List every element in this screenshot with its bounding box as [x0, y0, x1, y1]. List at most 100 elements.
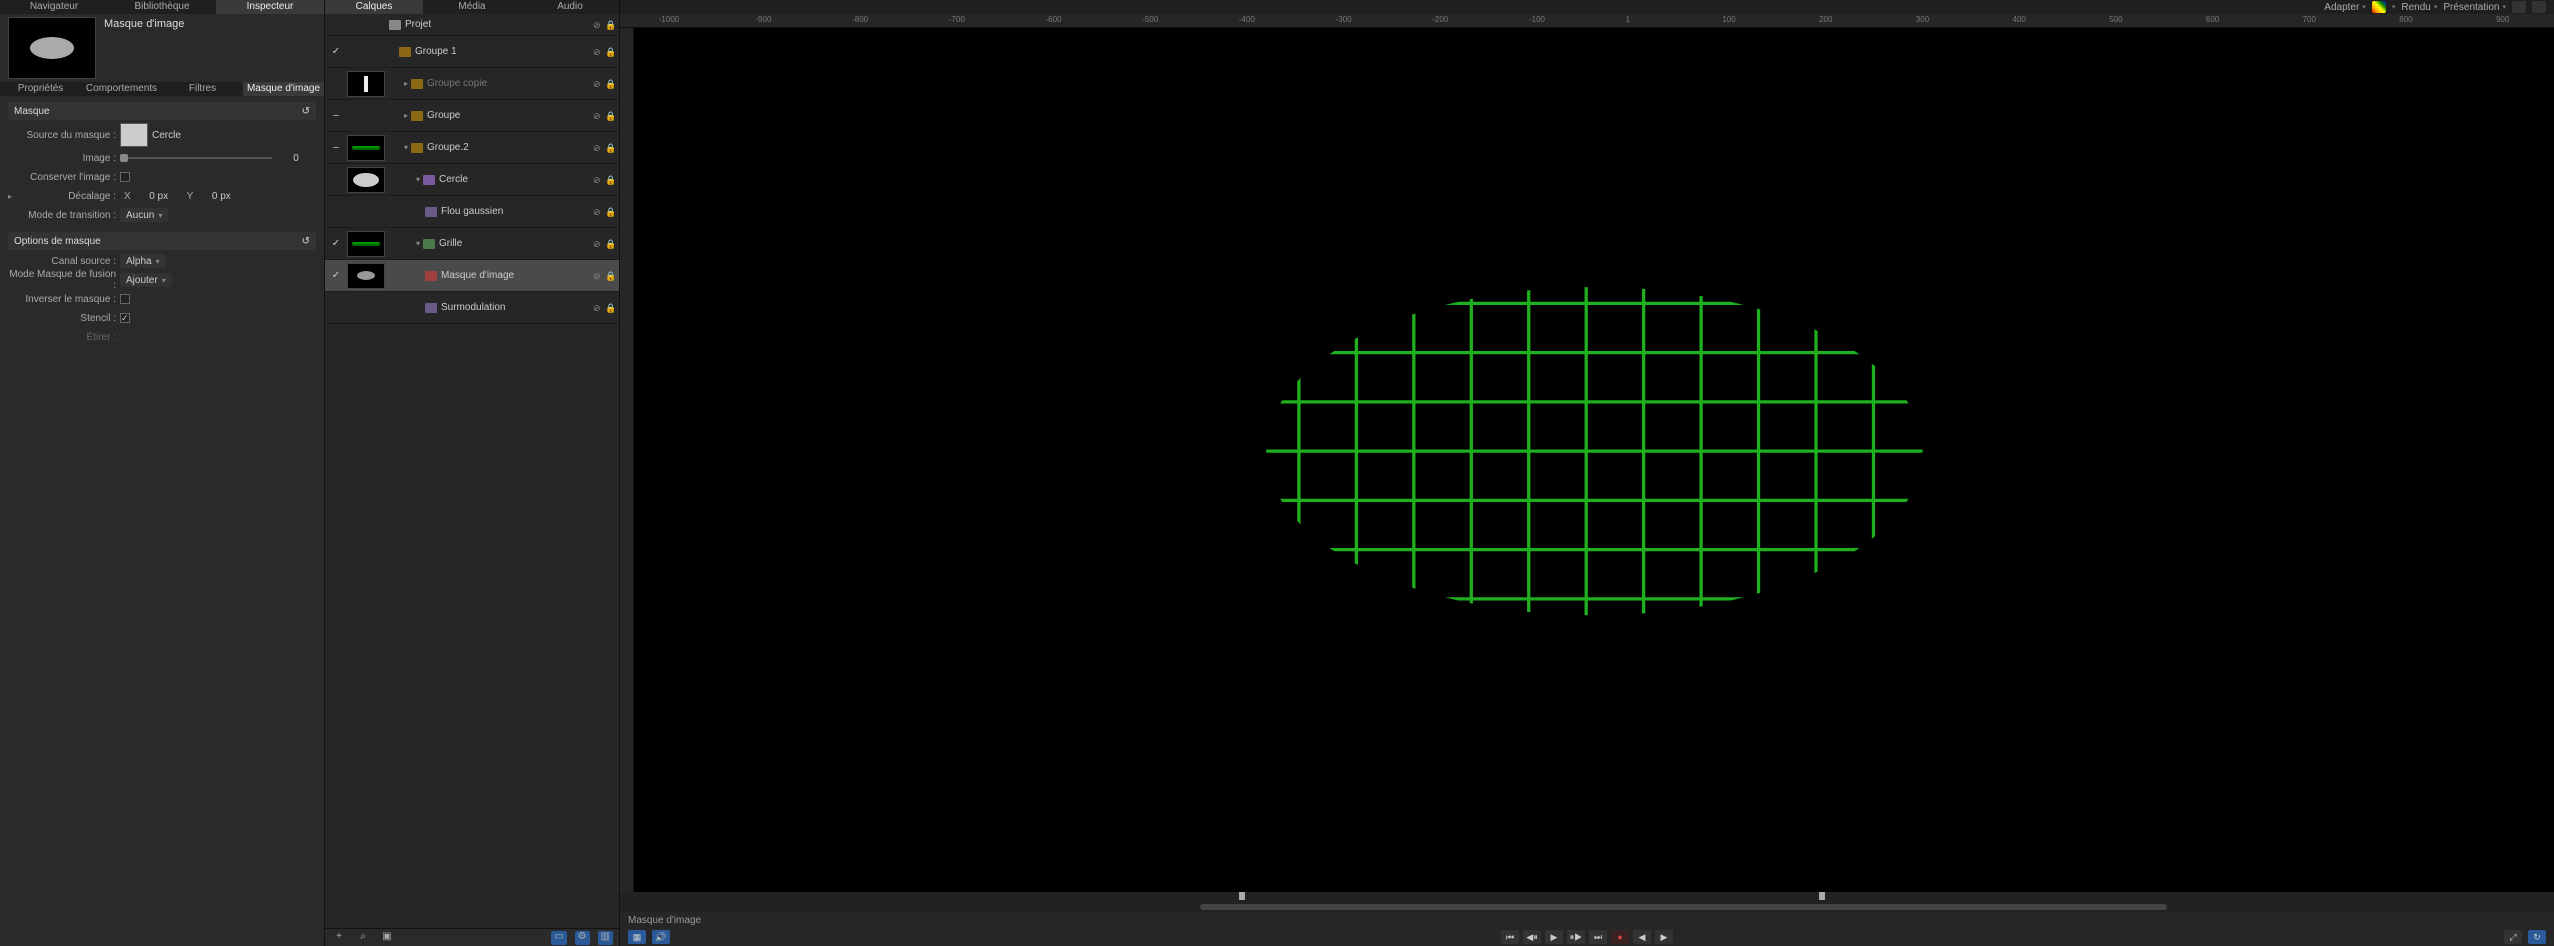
go-start-button[interactable]: ⏮ — [1501, 930, 1519, 944]
lock-icon[interactable]: 🔒 — [605, 143, 615, 153]
layer-checkbox[interactable]: – — [329, 110, 343, 121]
layer-name[interactable]: Masque d'image — [441, 270, 593, 281]
lock-icon[interactable]: 🔒 — [605, 20, 615, 30]
window-icon[interactable] — [2512, 1, 2526, 13]
section-options[interactable]: Options de masque ↺ — [8, 232, 316, 250]
disclosure-icon[interactable]: ▾ — [413, 239, 423, 248]
view-mode-1-icon[interactable]: ▭ — [551, 931, 566, 945]
play-button[interactable]: ▶ — [1545, 930, 1563, 944]
layer-name[interactable]: Cercle — [439, 174, 593, 185]
link-icon[interactable]: ⊘ — [593, 47, 603, 57]
tab-mask[interactable]: Masque d'image — [243, 82, 324, 96]
tab-media[interactable]: Média — [423, 0, 521, 14]
blend-dropdown[interactable]: Ajouter — [120, 273, 172, 287]
loop-prev-button[interactable]: ◀ — [1633, 930, 1651, 944]
layer-row[interactable]: ✓ Masque d'image⊘🔒 — [325, 260, 619, 292]
loop-icon[interactable]: ↻ — [2528, 930, 2546, 944]
timeline-markers[interactable] — [620, 892, 2554, 902]
lock-icon[interactable]: 🔒 — [605, 239, 615, 249]
fit-dropdown[interactable]: Adapter — [2324, 2, 2366, 13]
prev-frame-button[interactable]: ◀⏸ — [1523, 930, 1541, 944]
layer-checkbox[interactable]: ✓ — [329, 270, 343, 281]
scrollbar-horizontal[interactable] — [620, 902, 2554, 912]
reset-icon[interactable]: ↺ — [302, 106, 310, 117]
image-value[interactable]: 0 — [276, 153, 316, 164]
tab-properties[interactable]: Propriétés — [0, 82, 81, 96]
go-end-button[interactable]: ⏭ — [1589, 930, 1607, 944]
render-dropdown[interactable]: Rendu — [2401, 2, 2437, 13]
layer-row[interactable]: Surmodulation⊘🔒 — [325, 292, 619, 324]
layer-checkbox[interactable]: – — [329, 142, 343, 153]
audio-icon[interactable]: 🔊 — [652, 930, 670, 944]
layer-name[interactable]: Groupe 1 — [415, 46, 593, 57]
next-frame-button[interactable]: ⏸▶ — [1567, 930, 1585, 944]
loop-next-button[interactable]: ▶ — [1655, 930, 1673, 944]
source-well[interactable] — [120, 123, 148, 147]
tab-library[interactable]: Bibliothèque — [108, 0, 216, 14]
layer-checkbox[interactable]: ✓ — [329, 238, 343, 249]
view-mode-2-icon[interactable]: ▥ — [598, 931, 613, 945]
invert-checkbox[interactable] — [120, 294, 130, 304]
preserve-checkbox[interactable] — [120, 172, 130, 182]
marker-in[interactable] — [1239, 892, 1245, 900]
tab-inspector[interactable]: Inspecteur — [216, 0, 324, 14]
layer-name[interactable]: Groupe — [427, 110, 593, 121]
viewport[interactable] — [634, 28, 2554, 892]
fullscreen-icon[interactable] — [2532, 1, 2546, 13]
layer-row[interactable]: ✓ ▾ Grille⊘🔒 — [325, 228, 619, 260]
lock-icon[interactable]: 🔒 — [605, 271, 615, 281]
channel-dropdown[interactable]: Alpha — [120, 254, 166, 268]
link-icon[interactable]: ⊘ — [593, 207, 603, 217]
tab-layers[interactable]: Calques — [325, 0, 423, 14]
layer-checkbox[interactable]: ✓ — [329, 46, 343, 57]
disclosure-icon[interactable]: ▾ — [413, 175, 423, 184]
x-value[interactable]: 0 px — [139, 191, 179, 202]
link-icon[interactable]: ⊘ — [593, 111, 603, 121]
color-icon[interactable] — [2372, 1, 2386, 13]
timeline-toggle-icon[interactable]: ▦ — [628, 930, 646, 944]
link-icon[interactable]: ⊘ — [593, 143, 603, 153]
disclosure-icon[interactable]: ▾ — [401, 143, 411, 152]
link-icon[interactable]: ⊘ — [593, 303, 603, 313]
marker-out[interactable] — [1819, 892, 1825, 900]
lock-icon[interactable]: 🔒 — [605, 175, 615, 185]
lock-icon[interactable]: 🔒 — [605, 47, 615, 57]
search-icon[interactable]: ⌕ — [355, 931, 371, 945]
disclosure-icon[interactable]: ▸ — [401, 79, 411, 88]
lock-icon[interactable]: 🔒 — [605, 79, 615, 89]
record-button[interactable]: ● — [1611, 930, 1629, 944]
layer-row[interactable]: Flou gaussien⊘🔒 — [325, 196, 619, 228]
tab-behaviors[interactable]: Comportements — [81, 82, 162, 96]
layer-name[interactable]: Surmodulation — [441, 302, 593, 313]
layer-row[interactable]: – ▸ Groupe⊘🔒 — [325, 100, 619, 132]
layer-row[interactable]: Projet⊘🔒 — [325, 14, 619, 36]
chevron-down-icon[interactable]: ▾ — [2392, 3, 2396, 11]
stack-icon[interactable]: ▣ — [379, 931, 395, 945]
tab-audio[interactable]: Audio — [521, 0, 619, 14]
layer-row[interactable]: – ▾ Groupe.2⊘🔒 — [325, 132, 619, 164]
y-value[interactable]: 0 px — [201, 191, 241, 202]
layer-row[interactable]: ▸ Groupe copie⊘🔒 — [325, 68, 619, 100]
link-icon[interactable]: ⊘ — [593, 175, 603, 185]
tab-navigator[interactable]: Navigateur — [0, 0, 108, 14]
link-icon[interactable]: ⊘ — [593, 79, 603, 89]
lock-icon[interactable]: 🔒 — [605, 207, 615, 217]
tab-filters[interactable]: Filtres — [162, 82, 243, 96]
link-icon[interactable]: ⊘ — [593, 239, 603, 249]
layer-row[interactable]: ▾ Cercle⊘🔒 — [325, 164, 619, 196]
layer-name[interactable]: Groupe.2 — [427, 142, 593, 153]
ruler-vertical[interactable] — [620, 28, 634, 892]
stencil-checkbox[interactable] — [120, 313, 130, 323]
transition-dropdown[interactable]: Aucun — [120, 208, 168, 222]
ruler-horizontal[interactable]: -1000-900-800-700-600-500-400-300-200-10… — [620, 14, 2554, 28]
lock-icon[interactable]: 🔒 — [605, 111, 615, 121]
disclosure-icon[interactable]: ▸ — [401, 111, 411, 120]
link-icon[interactable]: ⊘ — [593, 271, 603, 281]
layer-name[interactable]: Groupe copie — [427, 78, 593, 89]
add-layer-button[interactable]: + — [331, 931, 347, 945]
layer-name[interactable]: Grille — [439, 238, 593, 249]
layer-name[interactable]: Flou gaussien — [441, 206, 593, 217]
gear-icon[interactable]: ⚙ — [575, 931, 590, 945]
presentation-dropdown[interactable]: Présentation — [2443, 2, 2506, 13]
section-mask[interactable]: Masque ↺ — [8, 102, 316, 120]
